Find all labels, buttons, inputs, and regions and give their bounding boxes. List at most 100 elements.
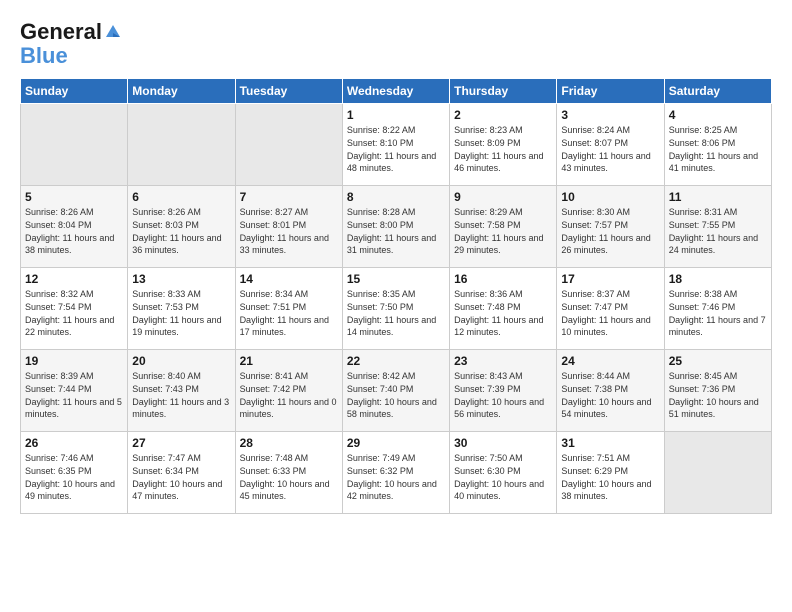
day-number: 13 [132, 272, 230, 286]
day-info: Sunrise: 8:38 AM Sunset: 7:46 PM Dayligh… [669, 288, 767, 338]
table-cell: 17 Sunrise: 8:37 AM Sunset: 7:47 PM Dayli… [557, 268, 664, 350]
day-number: 21 [240, 354, 338, 368]
week-row-2: 5 Sunrise: 8:26 AM Sunset: 8:04 PM Daylig… [21, 186, 772, 268]
day-info: Sunrise: 7:50 AM Sunset: 6:30 PM Dayligh… [454, 452, 552, 502]
calendar-header: SundayMondayTuesdayWednesdayThursdayFrid… [21, 79, 772, 104]
logo-icon [104, 23, 122, 41]
week-row-4: 19Sunrise: 8:39 AM Sunset: 7:44 PM Dayli… [21, 350, 772, 432]
logo-text-general: General [20, 20, 102, 44]
table-cell: 6Sunrise: 8:26 AM Sunset: 8:03 PM Daylig… [128, 186, 235, 268]
table-cell: 24 Sunrise: 8:44 AM Sunset: 7:38 PM Dayli… [557, 350, 664, 432]
table-cell: 18 Sunrise: 8:38 AM Sunset: 7:46 PM Dayli… [664, 268, 771, 350]
table-cell: 25 Sunrise: 8:45 AM Sunset: 7:36 PM Dayli… [664, 350, 771, 432]
day-number: 19 [25, 354, 123, 368]
table-cell: 29Sunrise: 7:49 AM Sunset: 6:32 PM Dayli… [342, 432, 449, 514]
table-cell: 9Sunrise: 8:29 AM Sunset: 7:58 PM Daylig… [450, 186, 557, 268]
day-info: Sunrise: 8:25 AM Sunset: 8:06 PM Dayligh… [669, 124, 767, 174]
weekday-thursday: Thursday [450, 79, 557, 104]
day-info: Sunrise: 8:28 AM Sunset: 8:00 PM Dayligh… [347, 206, 445, 256]
weekday-monday: Monday [128, 79, 235, 104]
day-info: Sunrise: 8:44 AM Sunset: 7:38 PM Dayligh… [561, 370, 659, 420]
week-row-5: 26 Sunrise: 7:46 AM Sunset: 6:35 PM Dayli… [21, 432, 772, 514]
day-info: Sunrise: 8:45 AM Sunset: 7:36 PM Dayligh… [669, 370, 767, 420]
table-cell: 11 Sunrise: 8:31 AM Sunset: 7:55 PM Dayli… [664, 186, 771, 268]
day-info: Sunrise: 7:51 AM Sunset: 6:29 PM Dayligh… [561, 452, 659, 502]
table-cell: 15Sunrise: 8:35 AM Sunset: 7:50 PM Dayli… [342, 268, 449, 350]
table-cell: 28 Sunrise: 7:48 AM Sunset: 6:33 PM Dayli… [235, 432, 342, 514]
day-number: 3 [561, 108, 659, 122]
day-number: 30 [454, 436, 552, 450]
page: General Blue SundayMondayTuesdayWednesda… [0, 0, 792, 612]
table-cell [235, 104, 342, 186]
day-info: Sunrise: 8:26 AM Sunset: 8:03 PM Dayligh… [132, 206, 230, 256]
weekday-tuesday: Tuesday [235, 79, 342, 104]
table-cell: 21 Sunrise: 8:41 AM Sunset: 7:42 PM Dayli… [235, 350, 342, 432]
day-info: Sunrise: 8:43 AM Sunset: 7:39 PM Dayligh… [454, 370, 552, 420]
table-cell: 16 Sunrise: 8:36 AM Sunset: 7:48 PM Dayli… [450, 268, 557, 350]
day-info: Sunrise: 8:32 AM Sunset: 7:54 PM Dayligh… [25, 288, 123, 338]
table-cell: 5 Sunrise: 8:26 AM Sunset: 8:04 PM Daylig… [21, 186, 128, 268]
day-info: Sunrise: 8:34 AM Sunset: 7:51 PM Dayligh… [240, 288, 338, 338]
table-cell: 2 Sunrise: 8:23 AM Sunset: 8:09 PM Daylig… [450, 104, 557, 186]
day-info: Sunrise: 8:29 AM Sunset: 7:58 PM Dayligh… [454, 206, 552, 256]
day-number: 22 [347, 354, 445, 368]
day-info: Sunrise: 8:26 AM Sunset: 8:04 PM Dayligh… [25, 206, 123, 256]
day-number: 11 [669, 190, 767, 204]
day-info: Sunrise: 7:48 AM Sunset: 6:33 PM Dayligh… [240, 452, 338, 502]
table-cell [664, 432, 771, 514]
table-cell: 12 Sunrise: 8:32 AM Sunset: 7:54 PM Dayli… [21, 268, 128, 350]
table-cell: 7 Sunrise: 8:27 AM Sunset: 8:01 PM Daylig… [235, 186, 342, 268]
day-number: 15 [347, 272, 445, 286]
day-number: 12 [25, 272, 123, 286]
table-cell: 10Sunrise: 8:30 AM Sunset: 7:57 PM Dayli… [557, 186, 664, 268]
table-cell: 27Sunrise: 7:47 AM Sunset: 6:34 PM Dayli… [128, 432, 235, 514]
day-info: Sunrise: 8:27 AM Sunset: 8:01 PM Dayligh… [240, 206, 338, 256]
day-info: Sunrise: 8:41 AM Sunset: 7:42 PM Dayligh… [240, 370, 338, 420]
day-number: 17 [561, 272, 659, 286]
day-info: Sunrise: 8:23 AM Sunset: 8:09 PM Dayligh… [454, 124, 552, 174]
day-info: Sunrise: 7:46 AM Sunset: 6:35 PM Dayligh… [25, 452, 123, 502]
day-info: Sunrise: 8:36 AM Sunset: 7:48 PM Dayligh… [454, 288, 552, 338]
table-cell: 22Sunrise: 8:42 AM Sunset: 7:40 PM Dayli… [342, 350, 449, 432]
calendar-body: 1 Sunrise: 8:22 AM Sunset: 8:10 PM Daylig… [21, 104, 772, 514]
day-info: Sunrise: 8:31 AM Sunset: 7:55 PM Dayligh… [669, 206, 767, 256]
day-number: 24 [561, 354, 659, 368]
day-number: 18 [669, 272, 767, 286]
table-cell: 4 Sunrise: 8:25 AM Sunset: 8:06 PM Daylig… [664, 104, 771, 186]
day-info: Sunrise: 8:40 AM Sunset: 7:43 PM Dayligh… [132, 370, 230, 420]
day-info: Sunrise: 7:47 AM Sunset: 6:34 PM Dayligh… [132, 452, 230, 502]
table-cell: 1 Sunrise: 8:22 AM Sunset: 8:10 PM Daylig… [342, 104, 449, 186]
day-number: 8 [347, 190, 445, 204]
day-number: 1 [347, 108, 445, 122]
day-info: Sunrise: 7:49 AM Sunset: 6:32 PM Dayligh… [347, 452, 445, 502]
weekday-friday: Friday [557, 79, 664, 104]
table-cell: 14Sunrise: 8:34 AM Sunset: 7:51 PM Dayli… [235, 268, 342, 350]
day-number: 4 [669, 108, 767, 122]
day-number: 31 [561, 436, 659, 450]
day-number: 7 [240, 190, 338, 204]
day-number: 16 [454, 272, 552, 286]
table-cell: 3Sunrise: 8:24 AM Sunset: 8:07 PM Daylig… [557, 104, 664, 186]
day-info: Sunrise: 8:30 AM Sunset: 7:57 PM Dayligh… [561, 206, 659, 256]
day-number: 5 [25, 190, 123, 204]
table-cell: 20Sunrise: 8:40 AM Sunset: 7:43 PM Dayli… [128, 350, 235, 432]
table-cell: 23 Sunrise: 8:43 AM Sunset: 7:39 PM Dayli… [450, 350, 557, 432]
day-number: 25 [669, 354, 767, 368]
logo: General Blue [20, 20, 122, 68]
day-info: Sunrise: 8:33 AM Sunset: 7:53 PM Dayligh… [132, 288, 230, 338]
day-number: 2 [454, 108, 552, 122]
table-cell: 26 Sunrise: 7:46 AM Sunset: 6:35 PM Dayli… [21, 432, 128, 514]
week-row-1: 1 Sunrise: 8:22 AM Sunset: 8:10 PM Daylig… [21, 104, 772, 186]
day-number: 26 [25, 436, 123, 450]
table-cell: 8 Sunrise: 8:28 AM Sunset: 8:00 PM Daylig… [342, 186, 449, 268]
week-row-3: 12 Sunrise: 8:32 AM Sunset: 7:54 PM Dayli… [21, 268, 772, 350]
day-number: 28 [240, 436, 338, 450]
logo-text-blue: Blue [20, 43, 68, 68]
table-cell: 30 Sunrise: 7:50 AM Sunset: 6:30 PM Dayli… [450, 432, 557, 514]
weekday-wednesday: Wednesday [342, 79, 449, 104]
weekday-sunday: Sunday [21, 79, 128, 104]
day-info: Sunrise: 8:22 AM Sunset: 8:10 PM Dayligh… [347, 124, 445, 174]
day-number: 23 [454, 354, 552, 368]
day-info: Sunrise: 8:37 AM Sunset: 7:47 PM Dayligh… [561, 288, 659, 338]
table-cell: 31 Sunrise: 7:51 AM Sunset: 6:29 PM Dayli… [557, 432, 664, 514]
